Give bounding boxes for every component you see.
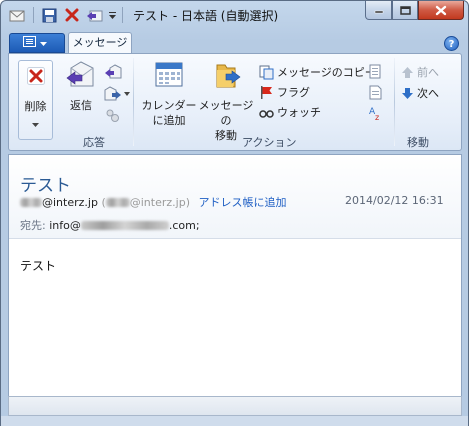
message-body: テスト bbox=[20, 259, 57, 273]
flag-icon bbox=[261, 85, 272, 99]
chevron-down-icon bbox=[124, 92, 130, 96]
move-folder-icon bbox=[216, 64, 241, 88]
move-message-label-1: メッセージの bbox=[198, 99, 254, 127]
file-menu-icon bbox=[23, 36, 36, 50]
tab-message[interactable]: メッセージ bbox=[68, 32, 132, 54]
previous-button[interactable]: 前へ bbox=[401, 64, 439, 80]
reply-button[interactable]: 返信 bbox=[61, 60, 101, 113]
ribbon: 削除 返信 応答 カレンダー に追加 メッセージの 移動 メッセージのコピー フ… bbox=[8, 53, 462, 151]
reply-quick-icon[interactable] bbox=[86, 6, 103, 24]
minimize-button[interactable] bbox=[365, 1, 392, 20]
recipient-suffix: .com; bbox=[168, 219, 200, 232]
print-icon[interactable] bbox=[368, 64, 383, 82]
copy-message-button[interactable]: メッセージのコピー bbox=[259, 64, 376, 80]
add-to-calendar-button[interactable]: カレンダー に追加 bbox=[141, 60, 197, 128]
message-subject: テスト bbox=[20, 176, 71, 196]
flag-label: フラグ bbox=[277, 86, 310, 99]
move-group-label: 移動 bbox=[407, 136, 429, 149]
forward-icon[interactable] bbox=[104, 86, 130, 102]
actions-group-label: アクション bbox=[242, 136, 297, 149]
mail-window: テスト - 日本語 (自動選択) メッセージ ? 削除 返信 応答 カレンダー … bbox=[0, 0, 469, 426]
title-bar: テスト - 日本語 (自動選択) bbox=[1, 1, 468, 29]
calendar-icon bbox=[155, 62, 183, 87]
reply-all-icon[interactable] bbox=[104, 64, 122, 83]
arrow-up-icon bbox=[402, 66, 413, 78]
next-label: 次へ bbox=[417, 87, 439, 100]
status-bar bbox=[1, 416, 468, 426]
chevron-down-icon bbox=[40, 37, 47, 50]
chevron-down-icon bbox=[32, 123, 39, 127]
respond-group-label: 応答 bbox=[83, 136, 105, 149]
delete-button[interactable]: 削除 bbox=[18, 60, 53, 140]
window-title: テスト - 日本語 (自動選択) bbox=[133, 9, 279, 23]
delete-label: 削除 bbox=[24, 100, 47, 113]
svg-text:z: z bbox=[375, 113, 379, 122]
glasses-icon bbox=[259, 109, 274, 118]
copy-message-label: メッセージのコピー bbox=[277, 66, 376, 79]
close-icon bbox=[435, 5, 447, 15]
recipient-line: 宛先: info@ .com; bbox=[20, 217, 200, 233]
reply-label: 返信 bbox=[70, 99, 92, 112]
maximize-button[interactable] bbox=[392, 1, 418, 20]
add-to-calendar-label-1: カレンダー bbox=[141, 99, 197, 112]
next-button[interactable]: 次へ bbox=[401, 85, 439, 101]
message-pane: テスト @interz.jp (@interz.jp) アドレス帳に追加 201… bbox=[8, 154, 462, 416]
recipient-prefix[interactable]: info@ bbox=[49, 219, 81, 232]
mail-app-icon[interactable] bbox=[9, 6, 25, 24]
help-icon[interactable]: ? bbox=[444, 36, 459, 51]
horizontal-scrollbar[interactable] bbox=[8, 396, 462, 416]
group-separator bbox=[133, 58, 134, 146]
flag-button[interactable]: フラグ bbox=[259, 84, 310, 100]
maximize-icon bbox=[399, 5, 411, 15]
toolbar-separator bbox=[121, 6, 124, 24]
reply-icon bbox=[66, 61, 94, 87]
sender-alt-email: @interz.jp bbox=[129, 196, 186, 209]
instant-message-icon[interactable] bbox=[105, 108, 121, 127]
delete-quick-icon[interactable] bbox=[64, 6, 80, 24]
watch-label: ウォッチ bbox=[277, 106, 321, 119]
watch-button[interactable]: ウォッチ bbox=[259, 104, 321, 120]
customize-toolbar-icon[interactable] bbox=[107, 6, 117, 24]
recipient-domain-redacted bbox=[80, 221, 169, 230]
toolbar-separator bbox=[32, 6, 35, 24]
sender-line: @interz.jp (@interz.jp) アドレス帳に追加 bbox=[20, 194, 287, 210]
arrow-down-icon bbox=[402, 87, 413, 99]
delete-icon bbox=[27, 67, 45, 85]
sender-email[interactable]: @interz.jp bbox=[42, 196, 98, 209]
move-message-button[interactable]: メッセージの 移動 bbox=[197, 60, 255, 143]
save-icon[interactable] bbox=[41, 6, 57, 24]
add-to-calendar-label-2: に追加 bbox=[152, 114, 186, 127]
group-separator bbox=[394, 58, 395, 146]
sender-name-redacted bbox=[20, 198, 42, 207]
previous-label: 前へ bbox=[417, 66, 439, 79]
minimize-icon bbox=[374, 10, 383, 14]
file-menu-tab[interactable] bbox=[9, 33, 65, 53]
close-button[interactable] bbox=[418, 1, 464, 20]
sender-alias-redacted bbox=[105, 198, 130, 207]
document-icon[interactable] bbox=[368, 85, 383, 103]
encoding-icon[interactable]: Az bbox=[368, 105, 383, 125]
message-header: テスト @interz.jp (@interz.jp) アドレス帳に追加 201… bbox=[9, 155, 461, 239]
to-label: 宛先: bbox=[20, 219, 46, 232]
add-to-contacts-link[interactable]: アドレス帳に追加 bbox=[199, 196, 287, 209]
copy-message-icon bbox=[259, 65, 274, 79]
message-date: 2014/02/12 16:31 bbox=[345, 194, 444, 207]
